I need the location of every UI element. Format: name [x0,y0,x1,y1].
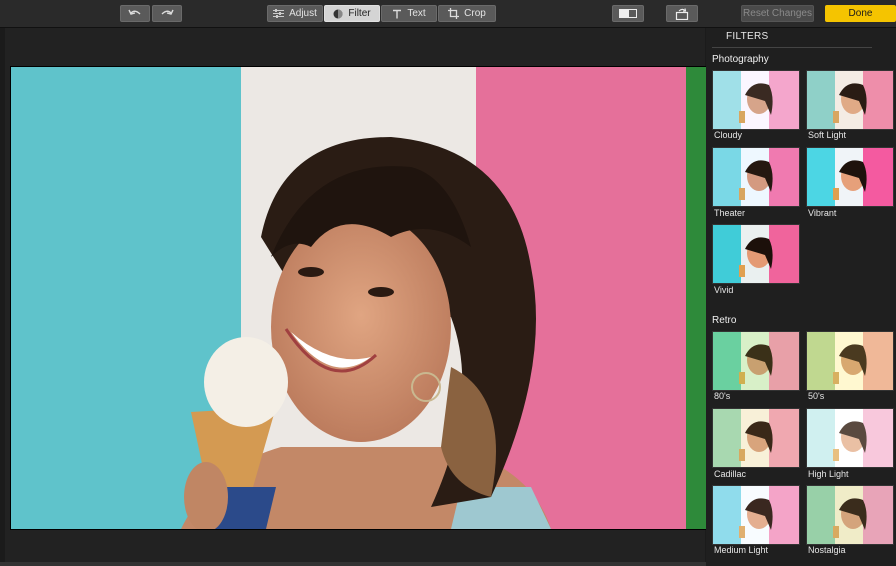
thumb-image [807,486,893,544]
tab-crop-label: Crop [464,8,486,19]
filter-label-50s: 50's [808,391,825,401]
reset-changes-button[interactable]: Reset Changes [741,5,814,22]
filter-circle-icon [333,9,343,18]
redo-icon [161,9,174,15]
divider [712,47,872,48]
filter-thumb-high-light[interactable] [806,408,894,468]
thumb-image [713,486,799,544]
thumb-image [807,332,893,390]
compare-icon [619,9,637,18]
photo-image [11,67,707,529]
filter-label-vibrant: Vibrant [808,208,837,218]
filter-thumb-cloudy[interactable] [712,70,800,130]
text-icon [393,9,402,18]
filters-title: FILTERS [726,31,769,42]
filter-thumb-vivid[interactable] [712,224,800,284]
tab-filter[interactable]: Filter [324,5,380,22]
thumb-image [713,148,799,206]
redo-button[interactable] [152,5,182,22]
undo-button[interactable] [120,5,150,22]
filter-thumb-cadillac[interactable] [712,408,800,468]
filter-label-medium-light: Medium Light [714,545,769,555]
tab-filter-label: Filter [348,8,371,19]
filter-label-80s: 80's [714,391,731,401]
tab-text-label: Text [407,8,426,19]
bottom-edge [0,562,706,566]
filter-thumb-medium-light[interactable] [712,485,800,545]
filter-label-nostalgia: Nostalgia [808,545,846,555]
thumb-image [807,148,893,206]
rotate-button[interactable] [666,5,698,22]
thumb-image [807,409,893,467]
filter-label-cadillac: Cadillac [714,469,747,479]
section-photography: Photography [712,54,769,65]
done-label: Done [848,8,873,19]
top-toolbar: Adjust Filter Text Crop Reset Changes Do… [0,0,896,28]
thumb-image [713,225,799,283]
section-retro: Retro [712,315,737,326]
filter-label-high-light: High Light [808,469,849,479]
filter-thumb-nostalgia[interactable] [806,485,894,545]
done-button[interactable]: Done [825,5,896,22]
filter-thumb-50s[interactable] [806,331,894,391]
tab-adjust-label: Adjust [289,8,317,19]
filter-label-soft-light: Soft Light [808,130,847,140]
thumb-image [713,409,799,467]
sliders-icon [273,9,285,18]
filter-thumb-soft-light[interactable] [806,70,894,130]
tab-adjust[interactable]: Adjust [267,5,323,22]
rotate-icon [675,7,689,20]
filters-panel: FILTERS Photography Cloudy Soft Light Th… [706,28,896,566]
filter-label-theater: Theater [714,208,746,218]
tab-text[interactable]: Text [381,5,437,22]
undo-icon [128,9,141,15]
filter-thumb-theater[interactable] [712,147,800,207]
crop-icon [448,8,460,19]
thumb-image [713,332,799,390]
filter-label-cloudy: Cloudy [714,130,743,140]
thumb-image [713,71,799,129]
filter-thumb-80s[interactable] [712,331,800,391]
reset-changes-label: Reset Changes [743,8,812,19]
main-photo[interactable] [10,66,708,530]
filter-label-vivid: Vivid [714,285,734,295]
compare-button[interactable] [612,5,644,22]
tab-crop[interactable]: Crop [438,5,496,22]
thumb-image [807,71,893,129]
filter-thumb-vibrant[interactable] [806,147,894,207]
